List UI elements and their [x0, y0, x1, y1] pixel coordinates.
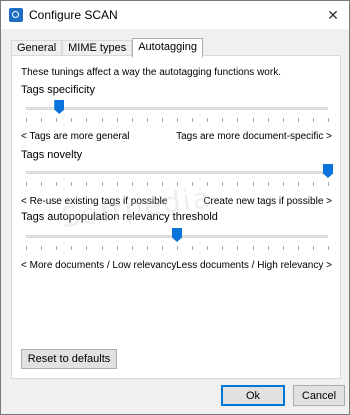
slider-tick: [192, 182, 194, 186]
slider-tick: [146, 182, 148, 186]
slider-tick: [328, 246, 329, 250]
less-documents-label: Less documents / High relevancy >: [176, 260, 332, 271]
slider-tick: [86, 118, 88, 122]
relevancy-threshold-slider[interactable]: [26, 228, 329, 254]
slider-tick: [131, 246, 133, 250]
slider-tick: [41, 182, 43, 186]
slider-tick: [26, 246, 27, 250]
slider-tick: [146, 118, 148, 122]
autotagging-panel: These tunings affect a way the autotaggi…: [11, 55, 341, 379]
slider-tick: [177, 182, 178, 186]
slider-track: [26, 107, 328, 110]
slider-track: [26, 171, 328, 174]
slider-tick: [161, 246, 163, 250]
slider-tick: [297, 182, 299, 186]
slider-ticks: [26, 246, 329, 250]
close-button[interactable]: ✕: [317, 1, 349, 29]
relevancy-threshold-label: Tags autopopulation relevancy threshold: [21, 211, 218, 223]
slider-ticks: [26, 182, 329, 186]
slider-tick: [328, 182, 329, 186]
tab-mime-types[interactable]: MIME types: [62, 40, 133, 56]
slider-tick: [192, 118, 194, 122]
slider-tick: [101, 118, 103, 122]
slider-tick: [56, 118, 58, 122]
slider-tick: [71, 118, 73, 122]
slider-tick: [282, 118, 284, 122]
slider-tick: [86, 182, 88, 186]
scan-app-icon: [9, 8, 23, 22]
slider-tick: [312, 182, 314, 186]
slider-tick: [207, 182, 209, 186]
tags-specificity-slider[interactable]: [26, 100, 329, 126]
slider-tick: [267, 182, 269, 186]
slider-tick: [222, 182, 224, 186]
slider-tick: [312, 246, 314, 250]
intro-text: These tunings affect a way the autotaggi…: [21, 67, 281, 78]
slider-tick: [252, 182, 254, 186]
slider-tick: [252, 246, 254, 250]
slider-tick: [312, 118, 314, 122]
slider-tick: [282, 182, 284, 186]
tab-general[interactable]: General: [11, 40, 63, 56]
slider-tick: [282, 246, 284, 250]
slider-tick: [131, 118, 133, 122]
slider-tick: [192, 246, 194, 250]
slider-tick: [237, 118, 239, 122]
slider-tick: [237, 246, 239, 250]
slider-tick: [56, 182, 58, 186]
slider-tick: [116, 246, 118, 250]
slider-tick: [41, 246, 43, 250]
slider-ticks: [26, 118, 329, 122]
tags-novelty-label: Tags novelty: [21, 149, 83, 161]
slider-tick: [26, 182, 27, 186]
tags-document-specific-label: Tags are more document-specific >: [176, 131, 332, 142]
slider-tick: [161, 118, 163, 122]
slider-tick: [101, 182, 103, 186]
slider-tick: [101, 246, 103, 250]
tags-more-general-label: < Tags are more general: [21, 131, 130, 142]
slider-tick: [222, 246, 224, 250]
slider-tick: [161, 182, 163, 186]
ok-button[interactable]: Ok: [221, 385, 285, 406]
slider-tick: [56, 246, 58, 250]
slider-tick: [71, 182, 73, 186]
slider-tick: [131, 182, 133, 186]
slider-tick: [146, 246, 148, 250]
slider-tick: [328, 118, 329, 122]
configure-scan-dialog: Configure SCAN ✕ General MIME types Auto…: [0, 0, 350, 415]
title-bar: Configure SCAN ✕: [1, 1, 349, 29]
slider-tick: [177, 118, 178, 122]
tab-autotagging[interactable]: Autotagging: [132, 38, 203, 58]
slider-tick: [116, 182, 118, 186]
slider-tick: [222, 118, 224, 122]
tags-novelty-slider[interactable]: [26, 164, 333, 190]
slider-thumb[interactable]: [323, 164, 333, 178]
reuse-existing-tags-label: < Re-use existing tags if possible: [21, 196, 168, 207]
slider-tick: [86, 246, 88, 250]
slider-tick: [71, 246, 73, 250]
slider-tick: [26, 118, 27, 122]
reset-to-defaults-button[interactable]: Reset to defaults: [21, 349, 117, 369]
window-title: Configure SCAN: [29, 8, 118, 22]
more-documents-label: < More documents / Low relevancy: [21, 260, 177, 271]
slider-tick: [267, 118, 269, 122]
tags-specificity-label: Tags specificity: [21, 84, 95, 96]
slider-tick: [237, 182, 239, 186]
slider-tick: [207, 246, 209, 250]
create-new-tags-label: Create new tags if possible >: [203, 196, 332, 207]
slider-tick: [116, 118, 118, 122]
slider-tick: [207, 118, 209, 122]
slider-thumb[interactable]: [172, 228, 182, 242]
slider-tick: [41, 118, 43, 122]
tab-strip: General MIME types Autotagging: [11, 38, 203, 58]
slider-tick: [297, 246, 299, 250]
slider-thumb[interactable]: [54, 100, 65, 114]
slider-tick: [297, 118, 299, 122]
cancel-button[interactable]: Cancel: [293, 385, 345, 406]
slider-tick: [267, 246, 269, 250]
slider-tick: [252, 118, 254, 122]
slider-tick: [177, 246, 178, 250]
